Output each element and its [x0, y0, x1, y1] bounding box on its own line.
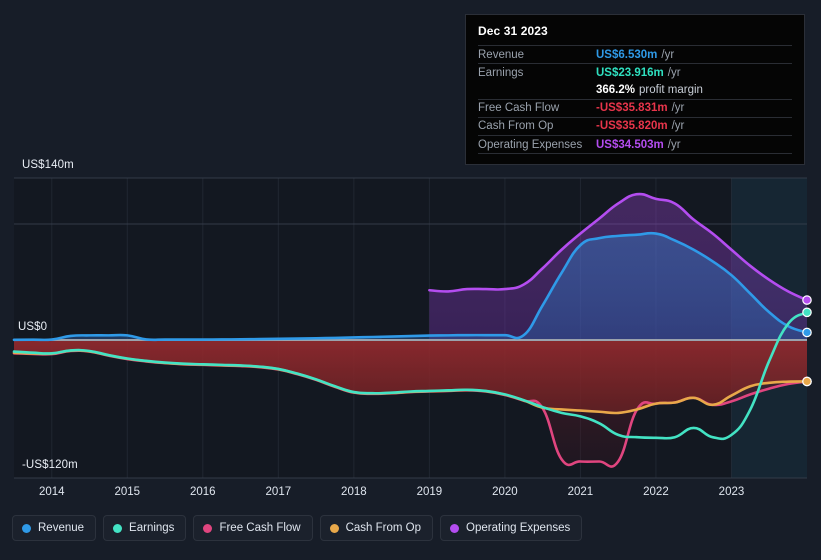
x-axis-tick-2015: 2015 — [114, 486, 141, 498]
tooltip-date: Dec 31 2023 — [478, 24, 548, 38]
tooltip-row-label: Earnings — [478, 66, 524, 79]
legend-item-revenue[interactable]: Revenue — [12, 515, 97, 541]
tooltip-row-unit: /yr — [667, 138, 681, 151]
legend-item-label: Cash From Op — [345, 522, 422, 534]
x-axis: 2014 2015 2016 2017 2018 2019 2020 2021 2022 2023 — [0, 482, 821, 506]
tooltip-row-value: 366.2% — [596, 83, 636, 96]
tooltip-bottom-rule — [478, 153, 792, 156]
tooltip-row-unit: /yr — [671, 102, 685, 115]
x-axis-tick-2018: 2018 — [341, 486, 367, 498]
x-axis-tick-2017: 2017 — [265, 486, 292, 498]
legend-item-cash-from-op[interactable]: Cash From Op — [319, 515, 434, 541]
tooltip-row: Cash From Op -US$35.820m/yr — [478, 116, 792, 135]
tooltip-row: Revenue US$6.530m/yr — [478, 45, 792, 63]
x-axis-tick-2014: 2014 — [38, 486, 65, 498]
y-axis-label-top: US$140m — [22, 159, 74, 171]
tooltip-row-subtext: profit margin — [639, 83, 703, 96]
tooltip-row: Operating Expenses US$34.503m/yr — [478, 134, 792, 153]
tooltip-row-value: US$23.916m — [596, 66, 664, 79]
tooltip-row-unit: /yr — [661, 48, 675, 61]
x-axis-tick-2019: 2019 — [416, 486, 443, 498]
legend-color-dot-icon — [329, 523, 339, 533]
tooltip-row: Free Cash Flow -US$35.831m/yr — [478, 98, 792, 117]
legend-color-dot-icon — [113, 523, 123, 533]
tooltip-row-unit: /yr — [671, 120, 685, 133]
legend-item-earnings[interactable]: Earnings — [103, 515, 187, 541]
tooltip-row-unit: /yr — [667, 66, 681, 79]
tooltip-row-label: Operating Expenses — [478, 138, 583, 151]
legend-color-dot-icon — [203, 523, 213, 533]
tooltip-row-value: US$34.503m — [596, 138, 664, 151]
legend-item-label: Operating Expenses — [466, 522, 571, 534]
tooltip-row-label: Revenue — [478, 48, 525, 61]
x-axis-tick-2023: 2023 — [718, 486, 745, 498]
x-axis-tick-2021: 2021 — [567, 486, 594, 498]
tooltip-row-value: US$6.530m — [596, 48, 658, 61]
x-axis-tick-2020: 2020 — [492, 486, 518, 498]
x-axis-tick-2016: 2016 — [190, 486, 216, 498]
tooltip-row: Earnings US$23.916m/yr — [478, 63, 792, 81]
tooltip-row: 366.2% profit margin — [478, 81, 792, 98]
legend-item-label: Free Cash Flow — [219, 522, 301, 534]
tooltip-row-value: -US$35.831m — [596, 102, 668, 115]
tooltip-row-value: -US$35.820m — [596, 120, 668, 133]
legend-item-label: Earnings — [129, 522, 175, 534]
tooltip-row-label: Cash From Op — [478, 120, 554, 133]
tooltip-rows: Revenue US$6.530m/yr Earnings US$23.916m/yr… — [478, 45, 792, 153]
chart-legend[interactable]: Revenue Earnings Free Cash Flow Cash From O… — [12, 515, 583, 541]
legend-color-dot-icon — [22, 523, 31, 533]
tooltip-row-label: Free Cash Flow — [478, 102, 560, 115]
y-axis-label-bottom: -US$120m — [22, 459, 78, 471]
x-axis-tick-2022: 2022 — [643, 486, 669, 498]
y-axis-label-zero: US$0 — [18, 321, 48, 333]
data-tooltip: Dec 31 2023 Revenue US$6.530m/yr Earnings U… — [465, 14, 805, 166]
legend-item-label: Revenue — [38, 522, 85, 534]
financial-chart-page: US$140m US$0 -US$120m 2014 2015 2016 2017 20… — [0, 0, 821, 560]
legend-item-operating-expenses[interactable]: Operating Expenses — [440, 515, 583, 541]
legend-item-free-cash-flow[interactable]: Free Cash Flow — [193, 515, 313, 541]
legend-color-dot-icon — [450, 523, 460, 533]
